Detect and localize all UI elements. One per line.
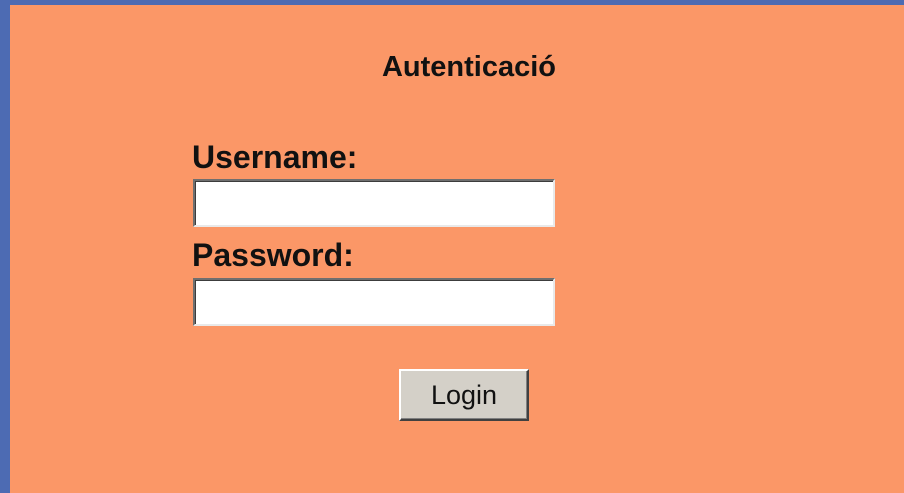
username-label: Username: bbox=[192, 139, 358, 175]
password-field[interactable] bbox=[193, 278, 555, 326]
login-button[interactable]: Login bbox=[399, 369, 529, 421]
page-title: Autenticació bbox=[381, 51, 557, 83]
login-panel: Autenticació Username: Password: Login bbox=[10, 5, 904, 493]
username-field[interactable] bbox=[193, 179, 555, 227]
password-label: Password: bbox=[192, 237, 354, 273]
